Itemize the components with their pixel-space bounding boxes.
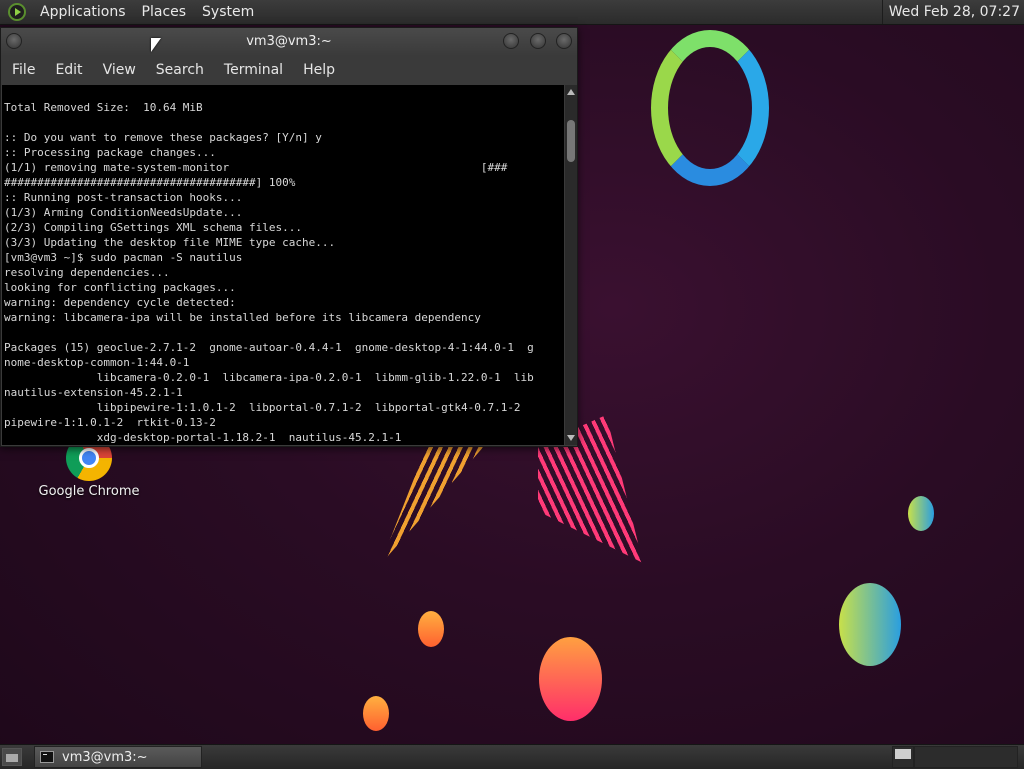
menu-view[interactable]: View xyxy=(93,62,146,78)
wallpaper-ball xyxy=(908,496,934,531)
terminal-menubar: File Edit View Search Terminal Help xyxy=(1,57,577,83)
workspace-1[interactable] xyxy=(895,749,911,759)
workspace-2[interactable] xyxy=(914,746,1018,768)
terminal-window[interactable]: vm3@vm3:~ File Edit View Search Terminal… xyxy=(0,27,578,447)
clock[interactable]: Wed Feb 28, 07:27 xyxy=(881,0,1024,24)
system-menu[interactable]: System xyxy=(194,4,262,20)
workspace-switcher[interactable] xyxy=(892,746,914,768)
terminal-output[interactable]: Total Removed Size: 10.64 MiB :: Do you … xyxy=(2,85,564,445)
menu-search[interactable]: Search xyxy=(146,62,214,78)
show-desktop-button[interactable] xyxy=(2,748,22,766)
close-button[interactable] xyxy=(556,33,572,49)
wallpaper-ball xyxy=(539,637,602,721)
bottom-panel: vm3@vm3:~ xyxy=(0,744,1024,769)
menu-terminal[interactable]: Terminal xyxy=(214,62,293,78)
window-title: vm3@vm3:~ xyxy=(246,34,332,49)
distro-logo-icon[interactable] xyxy=(8,3,26,21)
menu-edit[interactable]: Edit xyxy=(45,62,92,78)
window-titlebar[interactable]: vm3@vm3:~ xyxy=(1,28,577,56)
wallpaper-ball xyxy=(839,583,901,666)
scroll-down-arrow-icon[interactable] xyxy=(567,435,575,441)
wallpaper-ring xyxy=(651,30,769,186)
minimize-button[interactable] xyxy=(503,33,519,49)
taskbar-item-terminal[interactable]: vm3@vm3:~ xyxy=(34,746,202,768)
taskbar-item-label: vm3@vm3:~ xyxy=(62,749,148,765)
wallpaper-stripes xyxy=(380,445,485,565)
places-menu[interactable]: Places xyxy=(134,4,195,20)
wallpaper-ball xyxy=(363,696,389,731)
wallpaper-ball xyxy=(418,611,444,647)
desktop-icon-label: Google Chrome xyxy=(38,484,140,499)
terminal-icon xyxy=(40,751,54,763)
top-panel: Applications Places System Wed Feb 28, 0… xyxy=(0,0,1024,25)
menu-file[interactable]: File xyxy=(1,62,45,78)
scroll-thumb[interactable] xyxy=(567,120,575,162)
terminal-text: Total Removed Size: 10.64 MiB :: Do you … xyxy=(4,101,534,444)
applications-menu[interactable]: Applications xyxy=(32,4,134,20)
scroll-up-arrow-icon[interactable] xyxy=(567,89,575,95)
maximize-button[interactable] xyxy=(530,33,546,49)
mouse-pointer-icon xyxy=(151,38,161,52)
terminal-scrollbar[interactable] xyxy=(565,85,577,445)
menu-help[interactable]: Help xyxy=(293,62,345,78)
